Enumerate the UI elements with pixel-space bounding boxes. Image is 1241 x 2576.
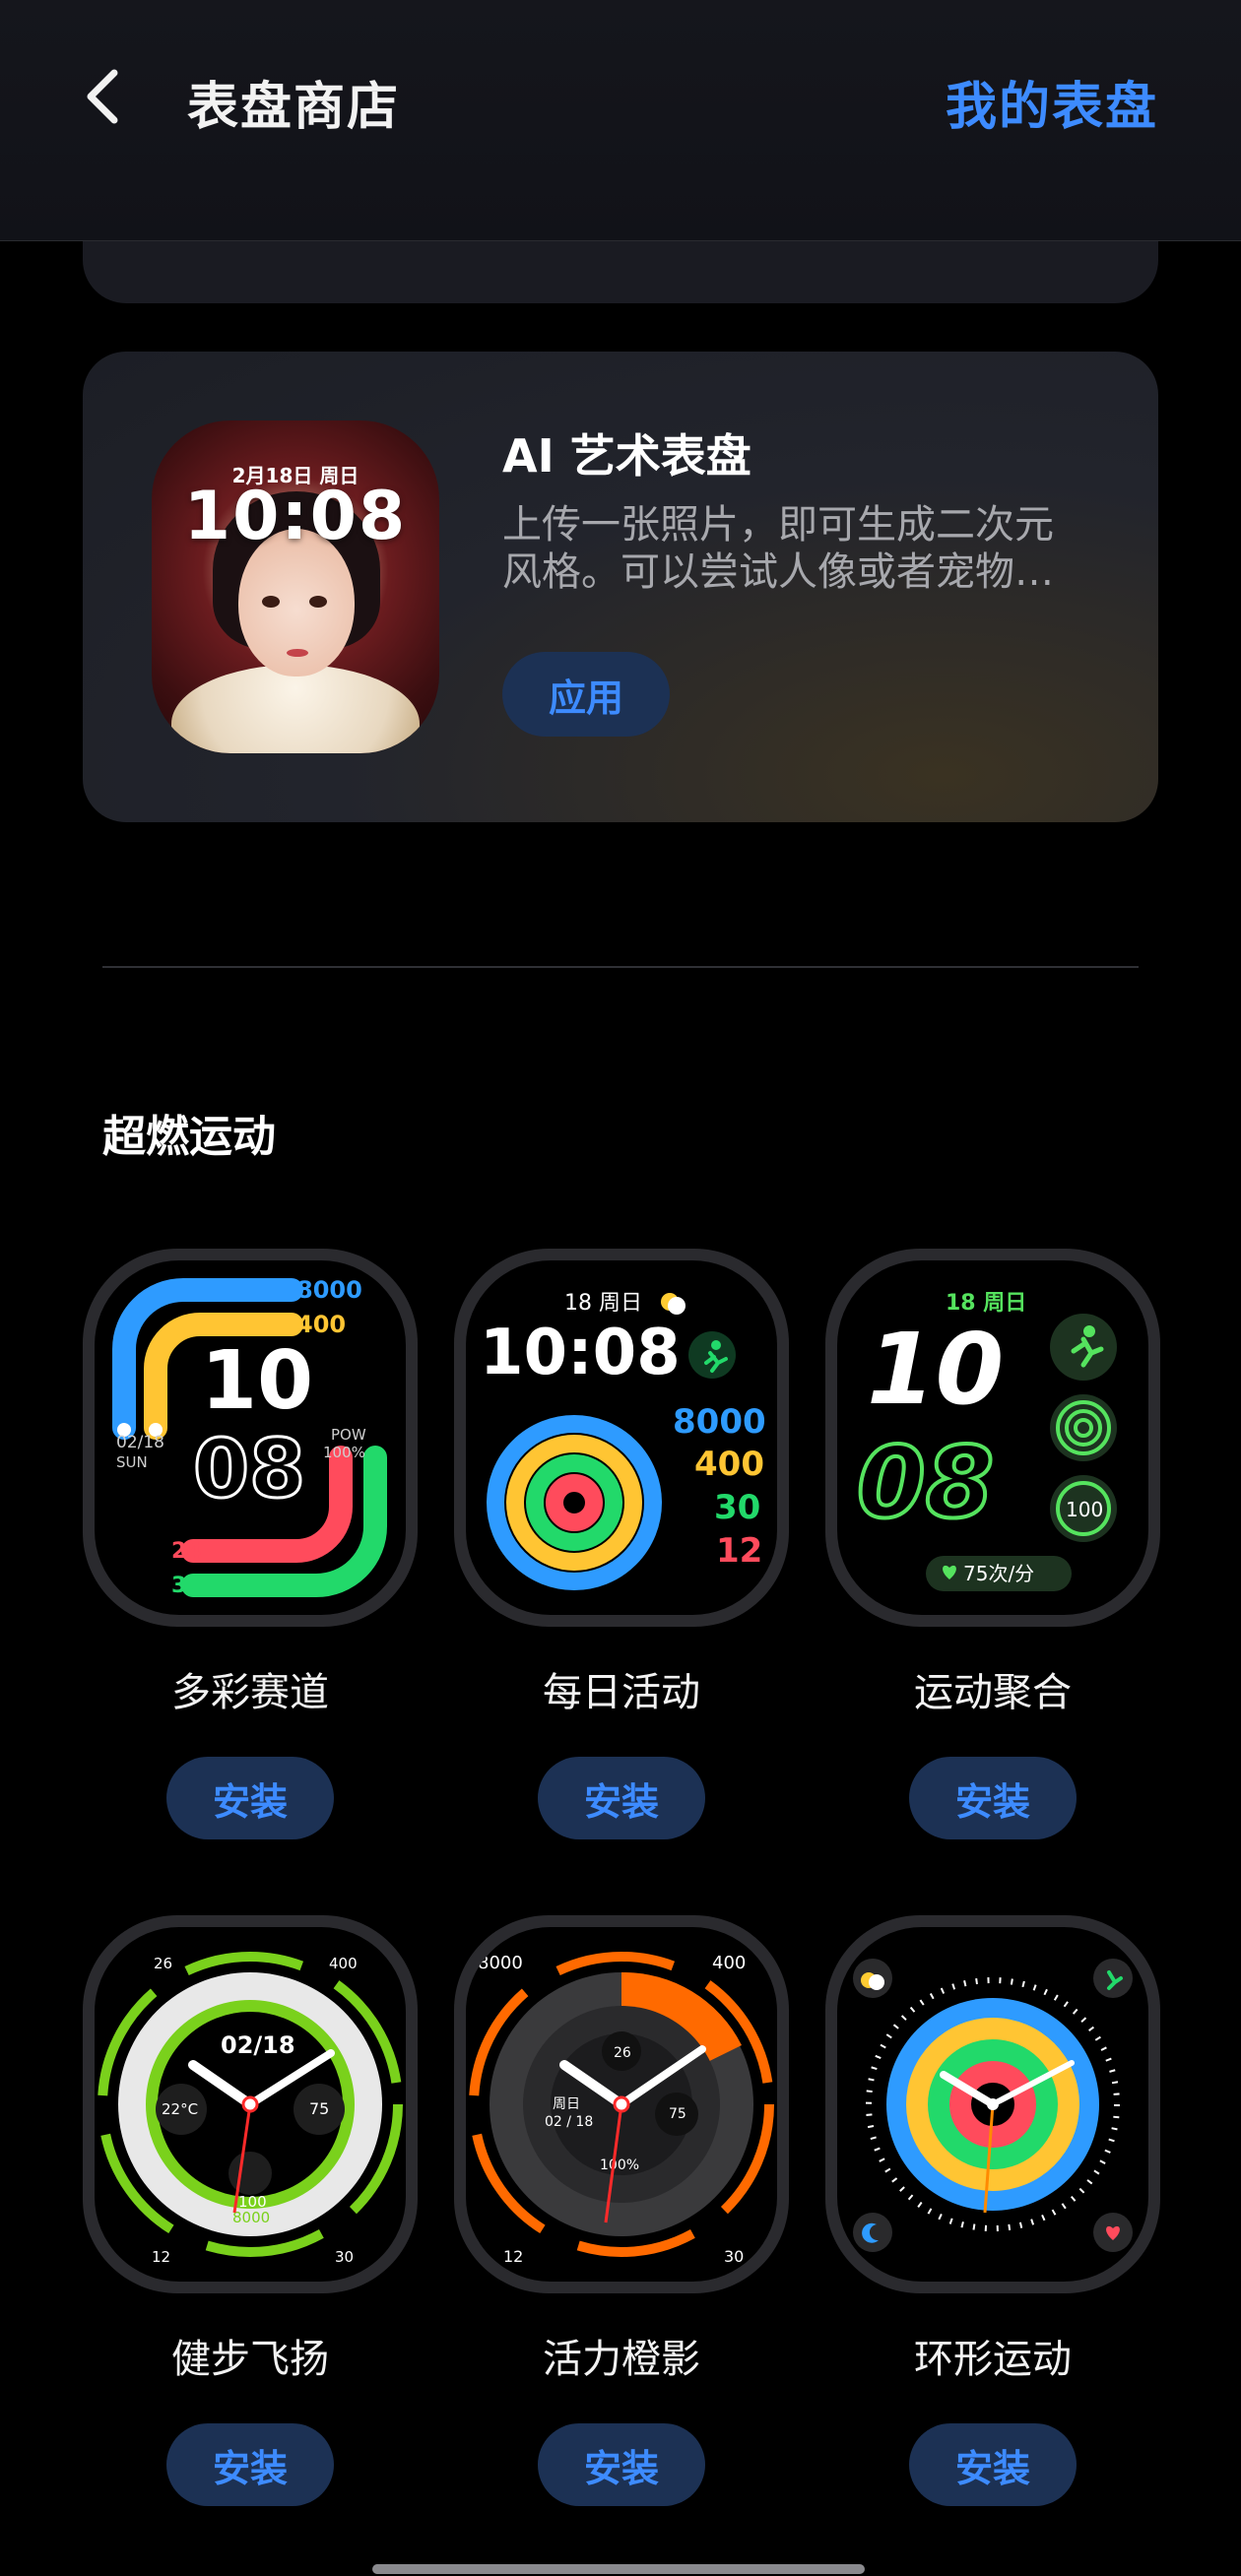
calories-value: 400 <box>712 1953 746 1973</box>
colorful-track-face-art: 8000 400 10 08 02/18 SUN POW 100% 24 30 <box>112 1276 387 1598</box>
face-name: 健步飞扬 <box>171 2337 329 2382</box>
brisk-walk-face-art: 02/18 22°C 75 100 8000 26 400 12 30 <box>98 1952 403 2266</box>
apply-button[interactable]: 应用 <box>502 652 670 737</box>
heart-rate-value: 75次/分 <box>963 1562 1034 1585</box>
watch-frame: 8000 400 10 08 02/18 SUN POW 100% 24 30 <box>83 1249 418 1627</box>
sports-combo-face-art: 18 周日 10 08 100 75次/分 <box>855 1291 1117 1591</box>
home-indicator[interactable] <box>372 2564 865 2574</box>
install-button[interactable]: 安装 <box>538 2423 705 2506</box>
ai-card-desc-line: 风格。可以尝试人像或者宠物… <box>502 549 1054 595</box>
face-name: 每日活动 <box>543 1670 700 1715</box>
watch-frame: 8000 400 26 周日 02 / 18 75 100% 12 30 <box>454 1915 789 2293</box>
thumbnail-robe <box>171 665 420 753</box>
top-bar: 表盘商店 我的表盘 <box>0 0 1241 241</box>
thumbnail-eye <box>262 596 280 608</box>
score-value: 100 <box>1066 1498 1103 1521</box>
date-value: 02/18 <box>116 1433 164 1452</box>
thumbnail-lip <box>287 649 308 657</box>
watch-frame: 18 周日 10 08 100 75次/分 <box>825 1249 1160 1627</box>
install-button[interactable]: 安装 <box>166 1757 334 1839</box>
tick-400: 400 <box>329 1955 358 1972</box>
face-card-vivid-orange[interactable]: 8000 400 26 周日 02 / 18 75 100% 12 30 活力橙… <box>454 1915 789 2506</box>
tick-12: 12 <box>503 2247 523 2266</box>
install-button[interactable]: 安装 <box>909 2423 1077 2506</box>
date-value: 02 / 18 <box>545 2114 593 2130</box>
face-name: 多彩赛道 <box>171 1670 329 1715</box>
face-name: 运动聚合 <box>914 1670 1072 1715</box>
face-name: 活力橙影 <box>543 2337 700 2382</box>
watch-frame: 02/18 22°C 75 100 8000 26 400 12 30 <box>83 1915 418 2293</box>
face-card-brisk-walk[interactable]: 02/18 22°C 75 100 8000 26 400 12 30 健步飞扬… <box>83 1915 418 2506</box>
pow-label: POW <box>331 1426 366 1444</box>
minute-value: 08 <box>193 1423 305 1516</box>
hour-value: 10 <box>867 1312 1004 1427</box>
install-button[interactable]: 安装 <box>166 2423 334 2506</box>
hour-value: 10 <box>201 1334 313 1428</box>
stand-value: 12 <box>716 1531 762 1571</box>
value-30: 30 <box>171 1574 202 1598</box>
ai-card-description: 上传一张照片，即可生成二次元 风格。可以尝试人像或者宠物… <box>502 501 1093 596</box>
watch-frame <box>825 1915 1160 2293</box>
face-card-colorful-track[interactable]: 8000 400 10 08 02/18 SUN POW 100% 24 30 … <box>83 1249 418 1839</box>
day-value: SUN <box>116 1453 148 1471</box>
ai-art-face-thumbnail: 2月18日 周日 10:08 <box>152 420 439 753</box>
steps-value: 8000 <box>232 2209 270 2226</box>
ring-sport-face-art <box>853 1959 1133 2252</box>
watch-face-preview: 02/18 22°C 75 100 8000 26 400 12 30 <box>95 1927 406 2282</box>
thumbnail-eye <box>309 596 327 608</box>
steps-value: 8000 <box>478 1953 523 1973</box>
calories-value: 400 <box>694 1445 764 1484</box>
date-value: 18 周日 <box>564 1291 642 1316</box>
vivid-orange-face-art: 8000 400 26 周日 02 / 18 75 100% 12 30 <box>469 1952 774 2266</box>
day-label: 周日 <box>553 2096 580 2112</box>
tick-26: 26 <box>154 1955 172 1972</box>
section-title: 超燃运动 <box>102 1112 276 1162</box>
ai-art-face-card[interactable]: 2月18日 周日 10:08 AI 艺术表盘 上传一张照片，即可生成二次元 风格… <box>83 352 1158 822</box>
watch-face-preview: 18 周日 10 08 100 75次/分 <box>837 1260 1148 1615</box>
time-value: 10:08 <box>480 1317 681 1389</box>
minute-value: 08 <box>857 1425 994 1540</box>
install-button[interactable]: 安装 <box>538 1757 705 1839</box>
heart-rate-value: 75 <box>309 2099 329 2118</box>
watch-face-preview <box>837 1927 1148 2282</box>
daily-activity-face-art: 18 周日 10:08 8000 400 30 12 <box>480 1291 766 1590</box>
chevron-left-icon <box>87 69 118 124</box>
tick-30: 30 <box>335 2248 354 2266</box>
section-divider <box>102 966 1139 968</box>
my-watch-faces-link[interactable]: 我的表盘 <box>946 65 1158 139</box>
ai-card-title: AI 艺术表盘 <box>502 429 751 483</box>
watch-face-preview: 8000 400 26 周日 02 / 18 75 100% 12 30 <box>466 1927 777 2282</box>
watch-face-preview: 18 周日 10:08 8000 400 30 12 <box>466 1260 777 1615</box>
install-button[interactable]: 安装 <box>909 1757 1077 1839</box>
steps-value: 8000 <box>296 1276 362 1304</box>
tick-12: 12 <box>152 2248 170 2266</box>
watch-face-preview: 8000 400 10 08 02/18 SUN POW 100% 24 30 <box>95 1260 406 1615</box>
percent-value: 100% <box>600 2157 639 2173</box>
face-card-ring-sport[interactable]: 环形运动 安装 <box>825 1915 1160 2506</box>
tick-26: 26 <box>614 2045 631 2061</box>
minutes-value: 30 <box>714 1488 760 1527</box>
face-card-sports-combo[interactable]: 18 周日 10 08 100 75次/分 运动聚合 安装 <box>825 1249 1160 1839</box>
date-value: 02/18 <box>221 2031 295 2059</box>
face-card-daily-activity[interactable]: 18 周日 10:08 8000 400 30 12 每日活动 安装 <box>454 1249 789 1839</box>
ai-card-desc-line: 上传一张照片，即可生成二次元 <box>502 502 1054 547</box>
page-title: 表盘商店 <box>187 78 401 137</box>
temperature-value: 22°C <box>162 2100 198 2118</box>
thumbnail-time: 10:08 <box>183 478 408 555</box>
face-name: 环形运动 <box>914 2337 1072 2382</box>
steps-value: 8000 <box>673 1402 766 1442</box>
tick-30: 30 <box>724 2247 744 2266</box>
value-24: 24 <box>171 1539 202 1564</box>
watch-frame: 18 周日 10:08 8000 400 30 12 <box>454 1249 789 1627</box>
back-button[interactable] <box>77 61 132 132</box>
pow-value: 100% <box>323 1444 365 1461</box>
heart-rate-value: 75 <box>669 2106 686 2122</box>
